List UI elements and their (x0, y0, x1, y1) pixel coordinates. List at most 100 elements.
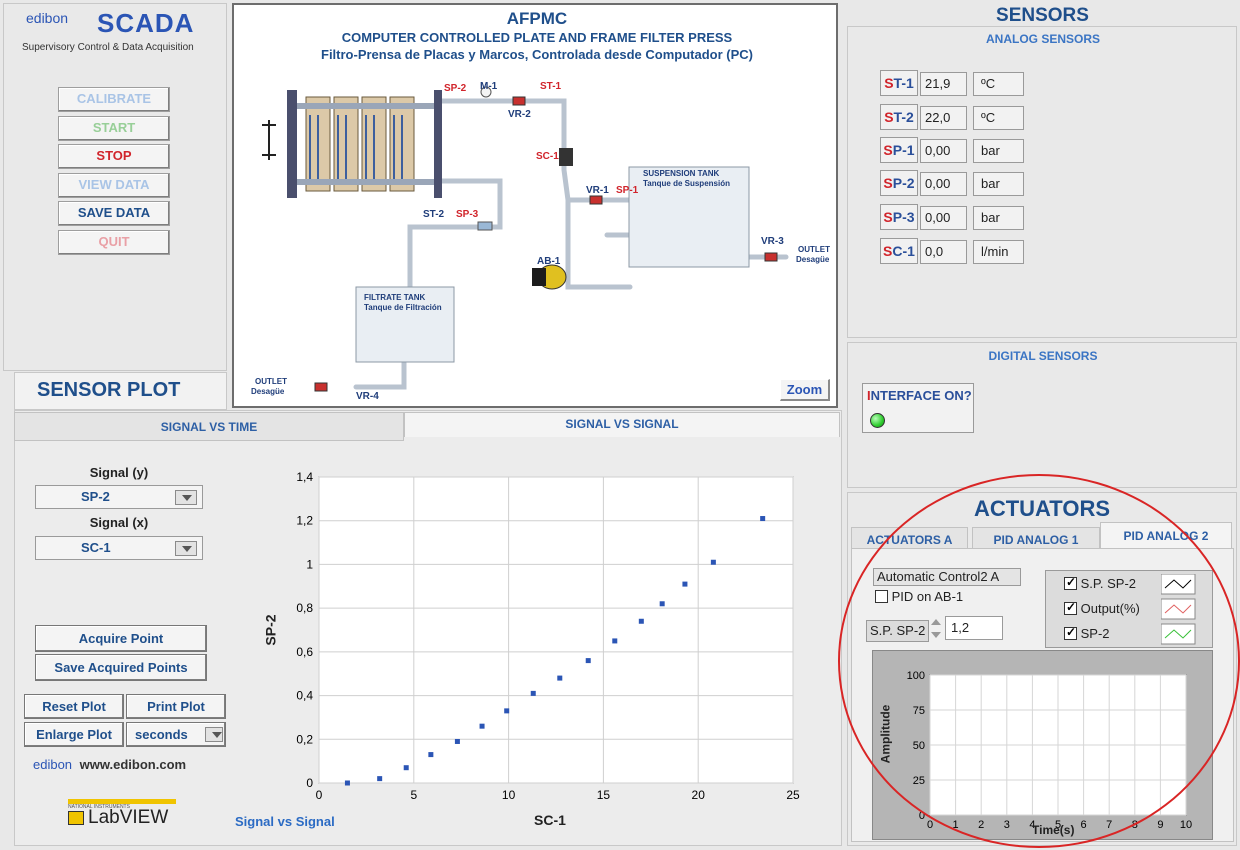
sensor-tag-sc1[interactable]: SC-1 (880, 238, 918, 264)
filtrate-tank-label-es: Tanque de Filtración (364, 303, 442, 312)
pid-x-tick-label: 10 (1180, 819, 1192, 831)
data-point (504, 708, 510, 714)
chevron-down-icon[interactable] (205, 727, 223, 742)
data-point (760, 516, 766, 522)
label-vr4: VR-4 (356, 391, 379, 402)
sensors-title: SENSORS (996, 5, 1089, 26)
time-units-value: seconds (135, 727, 188, 742)
data-point (344, 780, 350, 786)
reset-plot-button[interactable]: Reset Plot (24, 694, 124, 719)
enlarge-plot-button[interactable]: Enlarge Plot (24, 722, 124, 747)
website-link[interactable]: www.edibon.com (80, 757, 186, 772)
tab-signal-vs-time[interactable]: SIGNAL VS TIME (14, 412, 404, 441)
calibrate-button[interactable]: CALIBRATE (58, 87, 170, 112)
sensor-tag-sp3[interactable]: SP-3 (880, 204, 918, 230)
print-plot-button[interactable]: Print Plot (126, 694, 226, 719)
y-tick-label: 0 (306, 776, 313, 790)
data-point (682, 581, 688, 587)
save-data-button[interactable]: SAVE DATA (58, 201, 170, 226)
edibon-small-wordmark: edibon (33, 757, 73, 772)
data-point (710, 559, 716, 565)
sensor-tag-sp2[interactable]: SP-2 (880, 170, 918, 196)
sensor-tag-st1[interactable]: ST-1 (880, 70, 918, 96)
labview-logo: NATIONAL INSTRUMENTS LabVIEW (68, 799, 178, 829)
data-point (557, 675, 563, 681)
tab-signal-vs-signal[interactable]: SIGNAL VS SIGNAL (404, 412, 840, 437)
x-tick-label: 15 (597, 788, 611, 802)
sensor-value-sc1: 0,0 (920, 240, 967, 264)
filtrate-tank-label: FILTRATE TANK (364, 293, 426, 302)
stop-button[interactable]: STOP (58, 144, 170, 169)
zoom-button[interactable]: Zoom (780, 379, 830, 401)
signal-x-label: Signal (x) (89, 515, 149, 530)
pid-x-tick-label: 9 (1157, 819, 1163, 831)
chevron-down-icon[interactable] (175, 490, 197, 505)
data-point (638, 618, 644, 624)
signal-x-value: SC-1 (81, 540, 111, 555)
label-vr1: VR-1 (586, 185, 609, 196)
sensor-unit-st1: ºC (973, 72, 1024, 96)
y-tick-label: 0,6 (296, 645, 313, 659)
save-acquired-points-button[interactable]: Save Acquired Points (35, 654, 207, 681)
data-point (585, 658, 591, 664)
y-tick-label: 0,4 (296, 689, 313, 703)
sensor-unit-sc1: l/min (973, 240, 1024, 264)
label-vr3: VR-3 (761, 236, 784, 247)
highlight-circle (838, 474, 1240, 848)
interface-led-icon (870, 413, 885, 428)
signal-y-label: Signal (y) (89, 465, 149, 480)
process-diagram: AFPMC COMPUTER CONTROLLED PLATE AND FRAM… (232, 3, 838, 408)
label-sp3: SP-3 (456, 209, 479, 220)
sensor-value-st1: 21,9 (920, 72, 967, 96)
sensor-tag-st2[interactable]: ST-2 (880, 104, 918, 130)
outlet-right-label: OUTLET (798, 245, 830, 254)
view-data-button[interactable]: VIEW DATA (58, 173, 170, 198)
labview-wordmark: LabVIEW (88, 807, 169, 828)
chevron-down-icon[interactable] (175, 541, 197, 556)
edibon-logo: edibon (26, 10, 68, 36)
data-point (612, 638, 618, 644)
edibon-wordmark: edibon (26, 10, 69, 26)
x-tick-label: 0 (316, 788, 323, 802)
label-sc1: SC-1 (536, 151, 559, 162)
outlet-right-label-es: Desagüe (796, 255, 830, 264)
y-tick-label: 1 (306, 557, 313, 571)
chart-y-axis-label: SP-2 (262, 614, 279, 646)
sensor-unit-st2: ºC (973, 106, 1024, 130)
label-vr2: VR-2 (508, 109, 531, 120)
sensor-value-sp1: 0,00 (920, 139, 967, 163)
data-point (454, 738, 460, 744)
data-point (403, 765, 409, 771)
chart-x-axis-label: SC-1 (534, 812, 566, 828)
outlet-left-label: OUTLET (255, 377, 287, 386)
time-units-select[interactable]: seconds (126, 722, 226, 747)
x-tick-label: 25 (786, 788, 800, 802)
sensor-plot-chart: 0 5 10 15 20 25 0 0,2 0,4 0,6 0,8 1 1,2 1,4 SP-2 SC-1… (231, 462, 821, 840)
interface-on-label: INTERFACE ON? (867, 388, 972, 403)
sensor-unit-sp1: bar (973, 139, 1024, 163)
data-point (659, 601, 665, 607)
labview-icon (68, 811, 84, 825)
acquire-point-button[interactable]: Acquire Point (35, 625, 207, 652)
signal-y-select[interactable]: SP-2 (35, 485, 203, 509)
y-tick-label: 1,4 (296, 470, 313, 484)
y-tick-label: 0,2 (296, 732, 313, 746)
label-st1: ST-1 (540, 81, 562, 92)
sensor-value-sp2: 0,00 (920, 172, 967, 196)
y-tick-label: 0,8 (296, 601, 313, 615)
signal-x-select[interactable]: SC-1 (35, 536, 203, 560)
edibon-web-logo: edibon www.edibon.com (33, 757, 186, 772)
start-button[interactable]: START (58, 116, 170, 141)
x-tick-label: 5 (410, 788, 417, 802)
label-sp1: SP-1 (616, 185, 639, 196)
scatter-plot-svg: 0 5 10 15 20 25 0 0,2 0,4 0,6 0,8 1 1,2 1,4 (296, 470, 800, 802)
sensor-tag-sp1[interactable]: SP-1 (880, 137, 918, 163)
x-tick-label: 10 (502, 788, 516, 802)
quit-button[interactable]: QUIT (58, 230, 170, 255)
data-point (377, 776, 383, 782)
label-sp2-top: SP-2 (444, 83, 467, 94)
suspension-tank-label-es: Tanque de Suspensión (643, 179, 730, 188)
data-point (479, 723, 485, 729)
sensor-plot-title-box: SENSOR PLOT (14, 372, 227, 410)
sensor-unit-sp3: bar (973, 206, 1024, 230)
